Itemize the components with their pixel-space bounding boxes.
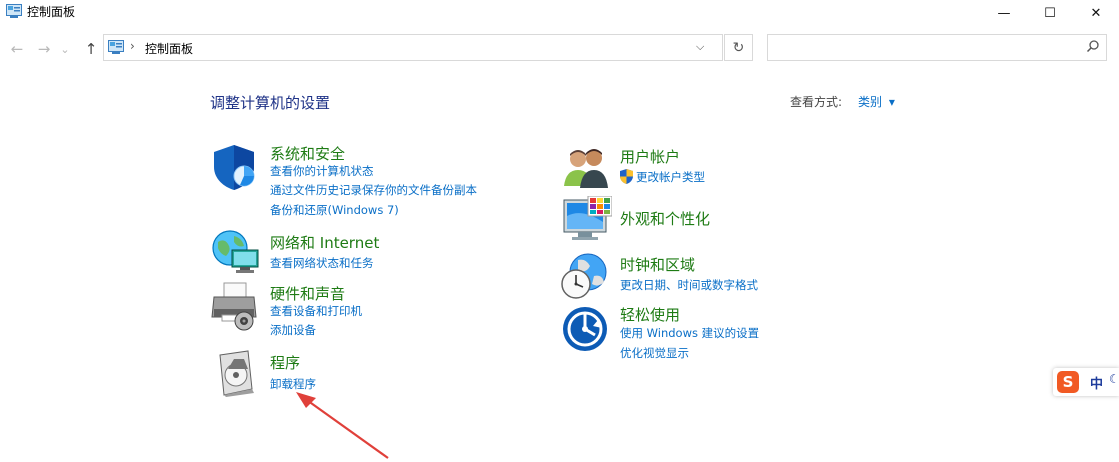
- users-icon: [564, 149, 608, 188]
- breadcrumb-control-panel[interactable]: 控制面板: [145, 40, 193, 57]
- sogou-logo-icon[interactable]: S: [1057, 371, 1079, 393]
- forward-button[interactable]: →: [33, 39, 55, 59]
- search-icon[interactable]: [1086, 39, 1100, 53]
- address-dropdown-icon[interactable]: ⌵: [696, 40, 704, 54]
- up-button[interactable]: ↑: [80, 39, 102, 59]
- chevron-down-icon: ▾: [888, 95, 895, 109]
- view-by-label: 查看方式:: [790, 95, 843, 109]
- category-network-internet[interactable]: 网络和 Internet: [270, 232, 379, 253]
- ime-language-toggle[interactable]: 中: [1090, 373, 1103, 392]
- link-recommended-settings[interactable]: 使用 Windows 建议的设置: [620, 325, 759, 341]
- programs-disc-icon: [219, 350, 254, 397]
- uac-shield-icon: [620, 169, 633, 184]
- back-arrow-icon: ←: [10, 40, 24, 58]
- link-network-status[interactable]: 查看网络状态和任务: [270, 255, 374, 271]
- breadcrumb-separator-icon: ›: [130, 39, 135, 53]
- printer-icon: [211, 282, 257, 331]
- link-change-account-type[interactable]: 更改帐户类型: [636, 169, 705, 185]
- network-globe-icon: [212, 230, 259, 273]
- link-view-computer-status[interactable]: 查看你的计算机状态: [270, 163, 374, 179]
- link-optimize-visual-display[interactable]: 优化视觉显示: [620, 345, 689, 361]
- annotation-arrow-icon: [296, 392, 389, 459]
- category-hardware-sound[interactable]: 硬件和声音: [270, 283, 345, 304]
- category-ease-of-access[interactable]: 轻松使用: [620, 304, 680, 325]
- view-by-dropdown[interactable]: 类别 ▾: [858, 93, 895, 110]
- maximize-button[interactable]: ☐: [1027, 0, 1073, 26]
- shield-icon: [214, 145, 255, 190]
- close-icon: ✕: [1090, 5, 1102, 21]
- control-panel-icon: [108, 40, 124, 54]
- refresh-icon: ↻: [732, 39, 745, 56]
- category-appearance-personalization[interactable]: 外观和个性化: [620, 208, 710, 229]
- control-panel-icon: [6, 4, 22, 18]
- monitor-palette-icon: [563, 196, 612, 240]
- title-bar: 控制面板 — ☐ ✕: [0, 0, 1119, 26]
- ease-of-access-icon: [563, 307, 607, 351]
- view-by-value: 类别: [858, 95, 883, 109]
- link-backup-restore[interactable]: 备份和还原(Windows 7): [270, 202, 399, 218]
- link-add-device[interactable]: 添加设备: [270, 322, 316, 338]
- clock-globe-icon: [561, 253, 607, 299]
- refresh-button[interactable]: ↻: [724, 34, 753, 61]
- category-system-security[interactable]: 系统和安全: [270, 143, 345, 164]
- chevron-down-icon: ⌄: [60, 42, 70, 56]
- category-user-accounts[interactable]: 用户帐户: [620, 146, 680, 167]
- window-title: 控制面板: [27, 5, 76, 19]
- maximize-icon: ☐: [1044, 5, 1056, 21]
- forward-arrow-icon: →: [37, 40, 51, 58]
- page-heading: 调整计算机的设置: [210, 94, 331, 112]
- category-programs[interactable]: 程序: [270, 352, 300, 373]
- recent-locations-button[interactable]: ⌄: [58, 39, 72, 59]
- ime-mode-icon[interactable]: ☾: [1109, 372, 1119, 386]
- minimize-button[interactable]: —: [981, 0, 1027, 26]
- link-change-date-time-format[interactable]: 更改日期、时间或数字格式: [620, 277, 758, 293]
- link-file-history[interactable]: 通过文件历史记录保存你的文件备份副本: [270, 182, 477, 198]
- category-clock-region[interactable]: 时钟和区域: [620, 254, 695, 275]
- close-button[interactable]: ✕: [1073, 0, 1119, 26]
- back-button[interactable]: ←: [6, 39, 28, 59]
- address-bar[interactable]: [103, 34, 723, 61]
- up-arrow-icon: ↑: [84, 40, 98, 58]
- minimize-icon: —: [997, 5, 1011, 21]
- link-devices-printers[interactable]: 查看设备和打印机: [270, 303, 362, 319]
- search-input[interactable]: [767, 34, 1107, 61]
